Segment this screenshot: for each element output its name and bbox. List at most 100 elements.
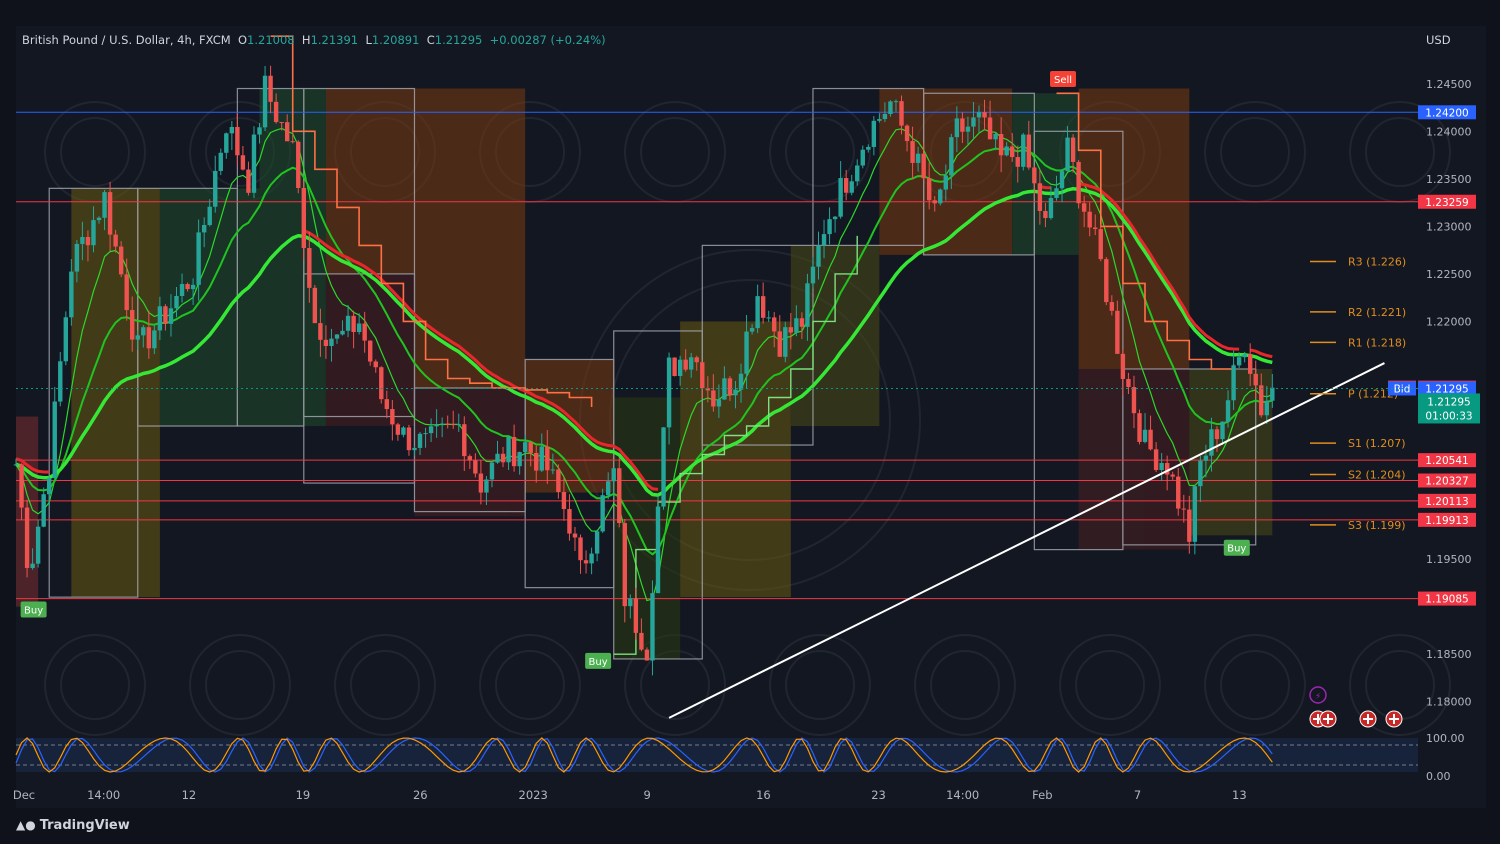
candle-body xyxy=(96,217,102,221)
time-tick-label: 19 xyxy=(296,788,311,802)
lightning-icon: ⚡ xyxy=(1315,692,1321,702)
price-tick-label: 1.18500 xyxy=(1426,648,1472,661)
price-tag: 1.19085 xyxy=(1418,591,1476,606)
time-tick-label: Dec xyxy=(13,788,35,802)
candle-body xyxy=(766,317,771,319)
signal-label: Buy xyxy=(1227,544,1246,555)
signal-label: Sell xyxy=(1054,75,1072,86)
candle-body xyxy=(423,433,428,435)
candle-body xyxy=(1109,302,1115,311)
candle-body xyxy=(1159,462,1164,471)
candle-body xyxy=(1198,460,1203,487)
pivot-label: R2 (1.221) xyxy=(1348,306,1406,319)
candle-body xyxy=(1115,310,1120,354)
candle-body xyxy=(749,328,755,332)
candle-body xyxy=(1059,171,1065,189)
candle-body xyxy=(439,423,445,425)
candle-body xyxy=(52,401,57,479)
candle-body xyxy=(273,101,279,123)
time-tick-label: 23 xyxy=(871,788,886,802)
candle-body xyxy=(998,134,1004,156)
pivot-label: S3 (1.199) xyxy=(1348,519,1406,532)
time-tick-label: Feb xyxy=(1032,788,1052,802)
candle-body xyxy=(462,424,467,457)
price-tag: 1.20327 xyxy=(1418,473,1476,488)
candle-body xyxy=(849,181,854,193)
pivot-label: S1 (1.207) xyxy=(1348,437,1406,450)
candle-body xyxy=(871,120,877,147)
price-tag-value: 1.24200 xyxy=(1425,107,1468,119)
price-chart[interactable]: R3 (1.226)R2 (1.221)R1 (1.218)P (1.212)S… xyxy=(0,0,1500,844)
candle-body xyxy=(174,296,179,309)
candle-body xyxy=(1225,400,1231,422)
candle-body xyxy=(506,436,511,463)
candle-body xyxy=(1209,429,1214,456)
time-tick-label: 16 xyxy=(756,788,771,802)
candle-body xyxy=(390,409,395,425)
candle-body xyxy=(605,481,611,496)
candle-body xyxy=(528,442,533,453)
candle-body xyxy=(207,206,212,226)
buy-signal: Buy xyxy=(585,652,612,669)
candle-body xyxy=(329,338,334,347)
price-tag-label: Bid xyxy=(1394,383,1411,395)
symbol-title[interactable]: British Pound / U.S. Dollar, 4h, FXCM xyxy=(22,33,231,47)
candle-body xyxy=(1264,400,1269,416)
candle-body xyxy=(1070,137,1076,162)
candle-body xyxy=(572,533,578,538)
candle-body xyxy=(639,632,644,650)
candle-body xyxy=(345,315,351,331)
candle-body xyxy=(24,507,30,568)
tradingview-logo[interactable]: ▲● TradingView xyxy=(16,818,130,833)
candle-body xyxy=(107,192,113,235)
candle-body xyxy=(74,243,80,272)
candle-body xyxy=(860,149,865,166)
candle-body xyxy=(157,306,163,331)
candle-body xyxy=(816,245,821,267)
candle-body xyxy=(827,219,832,235)
price-tag-value: 1.19913 xyxy=(1425,515,1468,527)
candle-body xyxy=(356,323,362,333)
time-tick-label: 26 xyxy=(413,788,428,802)
candle-body xyxy=(655,506,661,594)
candle-body xyxy=(417,433,423,448)
candle-body xyxy=(146,327,152,349)
candle-body xyxy=(41,494,46,527)
price-tick-label: 1.24500 xyxy=(1426,78,1472,91)
candle-body xyxy=(843,178,849,193)
open-label: O xyxy=(237,33,248,47)
candle-body xyxy=(932,200,937,204)
candle-body xyxy=(362,323,367,341)
candle-body xyxy=(1203,455,1209,461)
shaded-zone xyxy=(790,245,880,427)
candle-body xyxy=(91,220,96,246)
candle-body xyxy=(689,357,694,370)
candle-body xyxy=(1170,474,1175,477)
candle-body xyxy=(600,495,605,532)
candle-body xyxy=(1015,157,1020,167)
candle-body xyxy=(47,478,52,495)
candle-body xyxy=(810,266,816,284)
candle-body xyxy=(1236,357,1242,366)
candle-body xyxy=(960,118,965,132)
candle-body xyxy=(677,359,683,377)
candle-body xyxy=(80,236,85,244)
candle-body xyxy=(976,112,982,118)
candle-body xyxy=(368,340,373,362)
candle-body xyxy=(700,362,705,389)
candle-body xyxy=(1214,429,1220,440)
candle-body xyxy=(805,283,810,327)
candle-body xyxy=(1192,486,1198,542)
candle-body xyxy=(434,424,439,427)
candle-body xyxy=(268,75,273,102)
currency-label[interactable]: USD xyxy=(1426,33,1451,47)
candle-body xyxy=(987,117,993,140)
candle-body xyxy=(982,112,987,118)
candle-body xyxy=(30,563,35,568)
candle-body xyxy=(163,306,168,324)
candle-body xyxy=(1087,211,1092,228)
candle-body xyxy=(716,399,722,407)
candle-body xyxy=(938,189,943,204)
candle-body xyxy=(141,327,146,336)
candle-body xyxy=(318,323,323,340)
